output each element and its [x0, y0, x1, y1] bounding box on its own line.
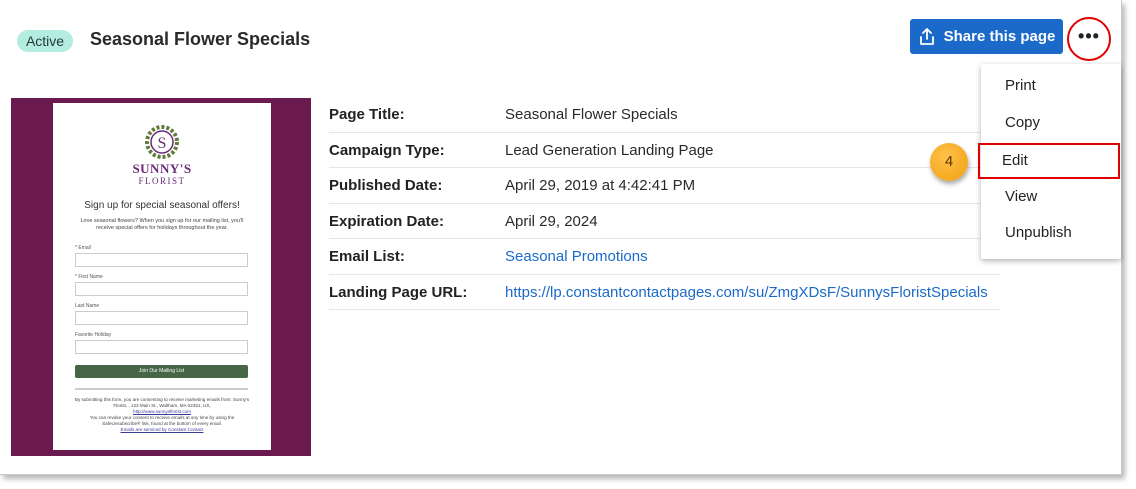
page-details-panel: Active Seasonal Flower Specials Share th… — [0, 0, 1122, 475]
share-icon — [919, 27, 934, 45]
detail-row-email-list: Email List: Seasonal Promotions — [329, 239, 1000, 275]
preview-legal-line: You can revoke your consent to receive e… — [89, 415, 235, 426]
share-page-button[interactable]: Share this page — [910, 19, 1063, 54]
preview-brand-sub: FLORIST — [138, 176, 186, 186]
status-badge: Active — [17, 30, 73, 52]
detail-row-page-title: Page Title: Seasonal Flower Specials — [329, 97, 1000, 133]
menu-item-edit[interactable]: Edit — [978, 143, 1120, 179]
menu-item-unpublish[interactable]: Unpublish — [981, 215, 1121, 251]
detail-row-landing-page-url: Landing Page URL: https://lp.constantcon… — [329, 275, 1000, 310]
detail-value: Lead Generation Landing Page — [505, 141, 714, 159]
detail-value: Seasonal Flower Specials — [505, 106, 678, 123]
preview-form-intro: Love seasonal flowers? When you sign up … — [80, 218, 244, 231]
preview-field-label: Favorite Holiday — [75, 332, 112, 338]
preview-field-label: * Email — [75, 245, 91, 251]
page-details-table: Page Title: Seasonal Flower Specials Cam… — [329, 97, 1000, 310]
share-button-label: Share this page — [943, 28, 1056, 45]
menu-item-copy[interactable]: Copy — [981, 105, 1121, 141]
preview-brand-name: SUNNY'S — [132, 161, 192, 176]
detail-value: April 29, 2019 at 4:42:41 PM — [505, 177, 696, 194]
email-list-link[interactable]: Seasonal Promotions — [505, 239, 648, 274]
preview-field-first-name — [75, 282, 248, 296]
preview-legal-line: By submitting this form, you are consent… — [74, 397, 250, 408]
preview-field-label: * First Name — [75, 274, 103, 280]
menu-item-print[interactable]: Print — [981, 68, 1121, 104]
detail-label: Landing Page URL: — [329, 283, 468, 301]
more-icon: ••• — [1078, 26, 1100, 46]
preview-field-last-name — [75, 311, 248, 325]
detail-label: Page Title: — [329, 106, 405, 123]
florist-logo-icon: S — [145, 125, 179, 159]
menu-item-view[interactable]: View — [981, 179, 1121, 215]
detail-label: Published Date: — [329, 177, 443, 194]
more-options-button[interactable]: ••• — [1067, 17, 1111, 61]
more-options-menu: Print Copy Edit View Unpublish — [978, 64, 1121, 259]
detail-row-campaign-type: Campaign Type: Lead Generation Landing P… — [329, 133, 1000, 168]
detail-label: Email List: — [329, 248, 405, 265]
preview-legal-text: By submitting this form, you are consent… — [71, 397, 253, 433]
preview-legal-footer: Emails are serviced by Constant Contact — [120, 427, 204, 432]
landing-page-preview[interactable]: S SUNNY'S FLORIST Sign up for special se… — [11, 98, 311, 456]
detail-row-expiration-date: Expiration Date: April 29, 2024 — [329, 204, 1000, 239]
preview-field-email — [75, 253, 248, 267]
preview-join-button: Join Our Mailing List — [75, 365, 248, 378]
preview-sheet: S SUNNY'S FLORIST Sign up for special se… — [53, 103, 271, 450]
landing-page-url-link[interactable]: https://lp.constantcontactpages.com/su/Z… — [505, 275, 988, 310]
step-number-badge: 4 — [930, 143, 968, 181]
preview-field-holiday — [75, 340, 248, 354]
page-title: Seasonal Flower Specials — [90, 29, 311, 49]
detail-value: April 29, 2024 — [505, 212, 598, 230]
svg-text:S: S — [158, 135, 167, 152]
detail-label: Campaign Type: — [329, 141, 445, 159]
preview-divider — [75, 388, 248, 390]
preview-form-heading: Sign up for special seasonal offers! — [84, 200, 240, 211]
preview-field-label: Last Name — [75, 303, 100, 309]
detail-row-published-date: Published Date: April 29, 2019 at 4:42:4… — [329, 168, 1000, 204]
detail-label: Expiration Date: — [329, 212, 445, 230]
